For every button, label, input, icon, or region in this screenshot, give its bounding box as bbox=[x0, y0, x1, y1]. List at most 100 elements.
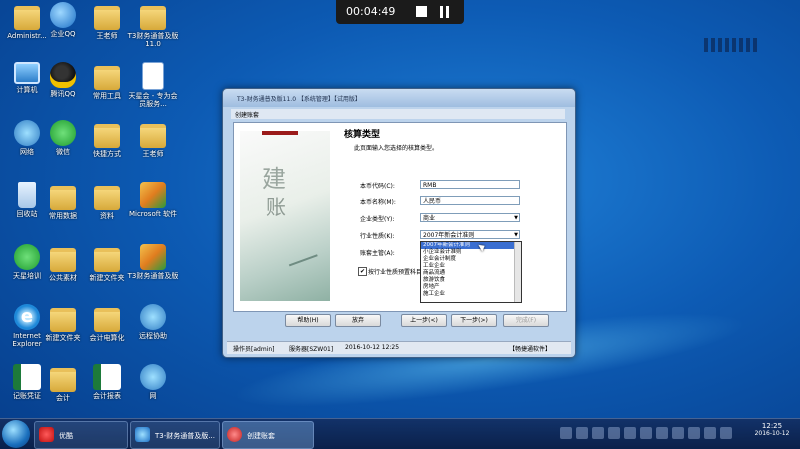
folder-icon bbox=[94, 6, 120, 30]
page-subtitle: 此页面输入您选择的核算类型。 bbox=[354, 145, 439, 152]
next-button[interactable]: 下一步(>) bbox=[451, 314, 497, 327]
dropdown-scrollbar[interactable] bbox=[514, 242, 521, 302]
prev-button[interactable]: 上一步(<) bbox=[401, 314, 447, 327]
folder-icon bbox=[50, 368, 76, 392]
status-operator: 操作员[admin] bbox=[233, 346, 275, 353]
dropdown-option[interactable]: 工业企业 bbox=[421, 263, 521, 270]
desktop-icon-label: Microsoft 软件 bbox=[128, 210, 178, 218]
taskbar-item-create-account[interactable]: 创建账套 bbox=[222, 421, 314, 449]
tray-icon[interactable] bbox=[640, 427, 652, 439]
excel-icon bbox=[93, 364, 121, 390]
system-tray bbox=[560, 425, 740, 443]
tray-icon[interactable] bbox=[560, 427, 572, 439]
clock-time: 12:25 bbox=[761, 422, 783, 430]
desktop-icon[interactable]: 王老师 bbox=[126, 120, 180, 158]
abandon-button[interactable]: 放弃 bbox=[335, 314, 381, 327]
industry-select[interactable]: 2007年新会计准则 bbox=[420, 230, 520, 240]
tray-icon[interactable] bbox=[656, 427, 668, 439]
dropdown-option[interactable]: 商品流通 bbox=[421, 270, 521, 277]
pause-icon[interactable] bbox=[440, 6, 443, 18]
folder-icon bbox=[50, 308, 76, 332]
window-title: T3-财务通普及版11.0 【系统管理】【试用版】 bbox=[237, 96, 361, 103]
stop-icon[interactable] bbox=[416, 6, 427, 17]
company-type-label: 企业类型(Y): bbox=[360, 216, 395, 223]
desktop-icon[interactable]: Microsoft 软件 bbox=[126, 182, 180, 218]
wizard-tab: 创建账套 bbox=[231, 109, 565, 119]
document-icon bbox=[142, 62, 164, 90]
qq-enterprise-icon bbox=[50, 2, 76, 28]
taskbar-item-t3[interactable]: T3-财务通普及版... bbox=[130, 421, 220, 449]
clock-date: 2016-10-12 bbox=[754, 430, 790, 437]
desktop-icon-label: T3财务通普及版 bbox=[127, 272, 179, 280]
art-red-bar bbox=[262, 131, 298, 135]
dropdown-option[interactable]: 旅游饮食 bbox=[421, 277, 521, 284]
currency-name-label: 本币名称(M): bbox=[360, 199, 396, 206]
desktop-icon-label: T3财务通普及版11.0 bbox=[127, 32, 179, 48]
folder-icon bbox=[94, 66, 120, 90]
tray-icon[interactable] bbox=[624, 427, 636, 439]
start-button[interactable] bbox=[2, 420, 30, 448]
desktop-icon-label: 天星会 - 专为会员服务... bbox=[128, 92, 178, 108]
tray-icon[interactable] bbox=[672, 427, 684, 439]
network-tray-icon[interactable] bbox=[720, 427, 732, 439]
software-icon bbox=[140, 182, 166, 208]
dropdown-option[interactable]: 企业会计制度 bbox=[421, 256, 521, 263]
company-type-select[interactable]: 商业 bbox=[420, 213, 520, 223]
industry-dropdown-list[interactable]: 2007年新会计准则 小企业会计准则 企业会计制度 工业企业 商品流通 旅游饮食… bbox=[420, 241, 522, 303]
taskbar-item-label: 优酷 bbox=[59, 432, 73, 440]
qq-icon bbox=[50, 62, 76, 88]
desktop-icon-label: 王老师 bbox=[142, 150, 164, 158]
t3-icon bbox=[135, 427, 150, 442]
currency-name-input[interactable]: 人民币 bbox=[420, 196, 520, 205]
dropdown-option[interactable]: 施工企业 bbox=[421, 291, 521, 298]
help-button[interactable]: 帮助(H) bbox=[285, 314, 331, 327]
finish-button[interactable]: 完成(F) bbox=[503, 314, 549, 327]
tray-icon[interactable] bbox=[576, 427, 588, 439]
art-bird-icon bbox=[288, 254, 322, 276]
tray-icon[interactable] bbox=[688, 427, 700, 439]
dropdown-option[interactable]: 小企业会计准则 bbox=[421, 249, 521, 256]
wizard-art: 建 账 bbox=[240, 131, 330, 301]
desktop-icon[interactable]: 天星会 - 专为会员服务... bbox=[126, 62, 180, 108]
dropdown-option[interactable]: 2007年新会计准则 bbox=[421, 242, 521, 249]
dropdown-option[interactable]: 房地产 bbox=[421, 284, 521, 291]
taskbar-item-label: T3-财务通普及版... bbox=[155, 432, 215, 440]
network-icon bbox=[140, 364, 166, 390]
folder-icon bbox=[50, 248, 76, 272]
status-date: 2016-10-12 12:25 bbox=[345, 344, 400, 351]
wizard-tab-label: 创建账套 bbox=[235, 112, 260, 119]
industry-label: 行业性质(K): bbox=[360, 233, 395, 240]
wizard-panel: 建 账 核算类型 此页面输入您选择的核算类型。 本币代码(C): RMB 本币名… bbox=[233, 122, 567, 312]
desktop-icon-label: 远程协助 bbox=[139, 332, 167, 340]
taskbar-item-youku[interactable]: 优酷 bbox=[34, 421, 128, 449]
screen-recorder-bar: 00:04:49 bbox=[336, 0, 464, 24]
folder-icon bbox=[140, 6, 166, 30]
folder-icon bbox=[140, 124, 166, 148]
art-char-1: 建 bbox=[262, 165, 286, 193]
desktop-icon[interactable]: 远程协助 bbox=[126, 304, 180, 340]
folder-icon bbox=[50, 186, 76, 210]
folder-icon bbox=[94, 248, 120, 272]
heart-icon bbox=[227, 427, 242, 442]
tray-icon[interactable] bbox=[592, 427, 604, 439]
status-server: 服务器[SZW01] bbox=[289, 346, 334, 353]
volume-icon[interactable] bbox=[704, 427, 716, 439]
folder-icon bbox=[94, 308, 120, 332]
preset-accounts-checkbox[interactable]: ✔ bbox=[358, 267, 367, 276]
currency-code-input[interactable]: RMB bbox=[420, 180, 520, 189]
clock[interactable]: 12:25 2016-10-12 bbox=[748, 422, 796, 437]
network-icon bbox=[140, 304, 166, 330]
supervisor-label: 账套主管(A): bbox=[360, 250, 395, 257]
page-title: 核算类型 bbox=[344, 130, 381, 140]
desktop-icon[interactable]: T3财务通普及版11.0 bbox=[126, 2, 180, 48]
desktop-icon-label: 网 bbox=[149, 392, 157, 400]
watermark-bars bbox=[704, 38, 758, 52]
tray-icon[interactable] bbox=[608, 427, 620, 439]
folder-icon bbox=[94, 186, 120, 210]
folder-icon bbox=[94, 124, 120, 148]
t3-window: T3-财务通普及版11.0 【系统管理】【试用版】 创建账套 建 账 核算类型 … bbox=[222, 88, 576, 358]
desktop-icon[interactable]: T3财务通普及版 bbox=[126, 244, 180, 280]
desktop-icon[interactable]: 网 bbox=[126, 364, 180, 400]
recorder-time: 00:04:49 bbox=[346, 5, 396, 18]
window-titlebar[interactable]: T3-财务通普及版11.0 【系统管理】【试用版】 bbox=[223, 89, 575, 107]
